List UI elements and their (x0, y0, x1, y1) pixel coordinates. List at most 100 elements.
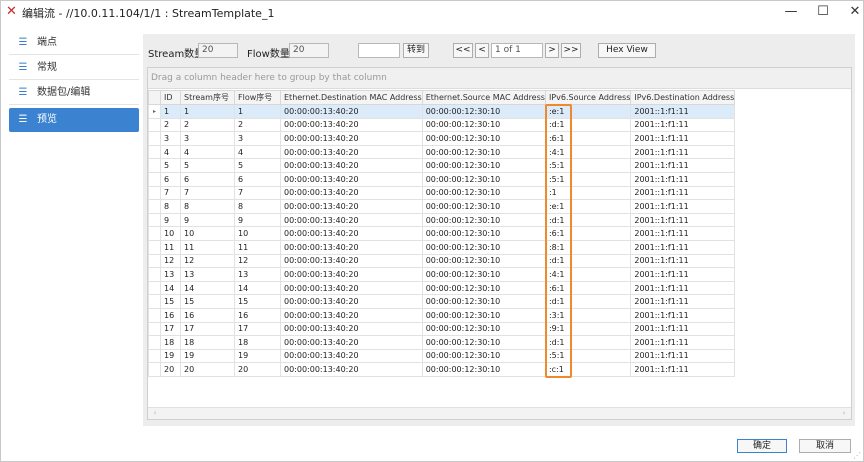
table-cell[interactable]: 10 (160, 226, 181, 241)
first-page-button[interactable]: << (453, 43, 473, 58)
table-cell[interactable]: 19 (234, 348, 281, 364)
scroll-right-icon[interactable]: › (839, 408, 849, 419)
table-cell[interactable]: 00:00:00:13:40:20 (280, 335, 423, 350)
table-cell[interactable]: 7 (180, 185, 235, 201)
table-cell[interactable]: 7 (160, 185, 181, 201)
table-cell[interactable]: 15 (180, 294, 235, 309)
table-cell[interactable]: 14 (160, 280, 181, 296)
row-indicator[interactable] (148, 131, 161, 146)
table-row[interactable]: 4 4 4 00:00:00:13:40:20 00:00:00:12:30:10:4:… (148, 144, 736, 160)
table-cell[interactable]: 10 (180, 226, 235, 241)
table-row[interactable]: 13 13 13 00:00:00:13:40:20 00:00:00:12:30:10… (148, 267, 736, 282)
table-cell[interactable]: 2001::1:f1:11 (630, 158, 736, 173)
table-cell[interactable]: 00:00:00:12:30:10 (421, 335, 546, 350)
column-header[interactable]: IPv6.Source Address (544, 90, 632, 105)
table-cell[interactable]: 15 (234, 294, 281, 309)
table-cell[interactable]: 00:00:00:13:40:20 (280, 280, 423, 296)
table-cell[interactable]: :e:1 (544, 199, 632, 214)
table-cell[interactable]: 00:00:00:13:40:20 (280, 212, 423, 228)
sidebar-item-general[interactable]: ☰ 常规 (9, 56, 139, 80)
table-cell[interactable]: 16 (160, 307, 181, 323)
table-cell[interactable]: :d:1 (544, 117, 632, 133)
table-cell[interactable]: 00:00:00:12:30:10 (421, 307, 546, 323)
table-row[interactable]: 3 3 3 00:00:00:13:40:20 00:00:00:12:30:10:6:… (148, 131, 736, 146)
table-cell[interactable]: 00:00:00:12:30:10 (421, 321, 546, 337)
table-cell[interactable]: 20 (234, 362, 281, 377)
table-row[interactable]: 10 10 10 00:00:00:13:40:20 00:00:00:12:30:10… (148, 226, 736, 241)
table-cell[interactable]: :5:1 (544, 171, 632, 187)
table-cell[interactable]: :c:1 (544, 362, 632, 377)
table-row[interactable]: 20 20 20 00:00:00:13:40:20 00:00:00:12:30:10… (148, 362, 736, 377)
table-cell[interactable]: 00:00:00:12:30:10 (421, 131, 546, 146)
hex-view-button[interactable]: Hex View (598, 43, 656, 58)
table-row[interactable]: 17 17 17 00:00:00:13:40:20 00:00:00:12:30:10… (148, 321, 736, 337)
scroll-left-icon[interactable]: ‹ (150, 408, 160, 419)
table-cell[interactable]: 00:00:00:12:30:10 (421, 144, 546, 160)
table-cell[interactable]: 00:00:00:12:30:10 (421, 117, 546, 133)
row-indicator[interactable] (148, 348, 161, 364)
table-cell[interactable]: 00:00:00:12:30:10 (421, 348, 546, 364)
table-cell[interactable]: 17 (234, 321, 281, 337)
table-cell[interactable]: :4:1 (544, 144, 632, 160)
table-cell[interactable]: 2001::1:f1:11 (630, 294, 736, 309)
table-cell[interactable]: 2001::1:f1:11 (630, 117, 736, 133)
table-cell[interactable]: 00:00:00:12:30:10 (421, 158, 546, 173)
table-cell[interactable]: 00:00:00:12:30:10 (421, 362, 546, 377)
table-cell[interactable]: 2001::1:f1:11 (630, 104, 736, 119)
table-row[interactable]: 9 9 9 00:00:00:13:40:20 00:00:00:12:30:10:d:… (148, 212, 736, 228)
table-cell[interactable]: 6 (234, 171, 281, 187)
table-cell[interactable]: 2 (160, 117, 181, 133)
table-cell[interactable]: 1 (180, 104, 235, 119)
column-header[interactable]: Flow序号 (234, 90, 281, 105)
table-row[interactable]: 15 15 15 00:00:00:13:40:20 00:00:00:12:30:10… (148, 294, 736, 309)
table-cell[interactable]: 6 (160, 171, 181, 187)
table-cell[interactable]: :6:1 (544, 131, 632, 146)
table-cell[interactable]: 2001::1:f1:11 (630, 267, 736, 282)
next-page-button[interactable]: > (545, 43, 559, 58)
row-indicator[interactable] (148, 362, 161, 377)
table-cell[interactable]: 2001::1:f1:11 (630, 185, 736, 201)
table-cell[interactable]: 00:00:00:12:30:10 (421, 185, 546, 201)
table-cell[interactable]: 00:00:00:12:30:10 (421, 199, 546, 214)
table-cell[interactable]: :d:1 (544, 294, 632, 309)
table-cell[interactable]: 1 (234, 104, 281, 119)
ok-button[interactable]: 确定 (737, 439, 787, 453)
table-cell[interactable]: 20 (180, 362, 235, 377)
table-cell[interactable]: 00:00:00:13:40:20 (280, 239, 423, 255)
column-header[interactable]: Stream序号 (180, 90, 235, 105)
table-cell[interactable]: 00:00:00:13:40:20 (280, 131, 423, 146)
table-cell[interactable]: 00:00:00:13:40:20 (280, 348, 423, 364)
table-row[interactable]: 8 8 8 00:00:00:13:40:20 00:00:00:12:30:10:e:… (148, 199, 736, 214)
column-header[interactable]: ID (160, 90, 181, 105)
table-cell[interactable]: 19 (180, 348, 235, 364)
table-row[interactable]: 16 16 16 00:00:00:13:40:20 00:00:00:12:30:10… (148, 307, 736, 323)
table-cell[interactable]: 00:00:00:13:40:20 (280, 158, 423, 173)
row-indicator[interactable] (148, 267, 161, 282)
table-cell[interactable]: 00:00:00:13:40:20 (280, 294, 423, 309)
table-cell[interactable]: 9 (234, 212, 281, 228)
table-cell[interactable]: 8 (180, 199, 235, 214)
table-cell[interactable]: :e:1 (544, 104, 632, 119)
sidebar-item-packet-edit[interactable]: ☰ 数据包/编辑 (9, 81, 139, 105)
table-cell[interactable]: 5 (234, 158, 281, 173)
table-cell[interactable]: :d:1 (544, 212, 632, 228)
table-cell[interactable]: 00:00:00:12:30:10 (421, 171, 546, 187)
row-indicator[interactable] (148, 144, 161, 160)
table-cell[interactable]: 10 (234, 226, 281, 241)
table-cell[interactable]: 2001::1:f1:11 (630, 253, 736, 269)
table-cell[interactable]: 16 (180, 307, 235, 323)
table-cell[interactable]: 11 (234, 239, 281, 255)
page-indicator[interactable]: 1 of 1 (491, 43, 543, 58)
table-cell[interactable]: 00:00:00:12:30:10 (421, 294, 546, 309)
close-button[interactable]: ✕ (839, 1, 864, 23)
row-indicator[interactable] (148, 117, 161, 133)
table-cell[interactable]: 2001::1:f1:11 (630, 144, 736, 160)
table-row[interactable]: 14 14 14 00:00:00:13:40:20 00:00:00:12:30:10… (148, 280, 736, 296)
table-cell[interactable]: 00:00:00:13:40:20 (280, 185, 423, 201)
cancel-button[interactable]: 取消 (799, 439, 851, 453)
table-cell[interactable]: 17 (160, 321, 181, 337)
table-cell[interactable]: 4 (180, 144, 235, 160)
table-cell[interactable]: 2001::1:f1:11 (630, 348, 736, 364)
table-cell[interactable]: 12 (160, 253, 181, 269)
goto-button[interactable]: 转到 (403, 43, 429, 58)
